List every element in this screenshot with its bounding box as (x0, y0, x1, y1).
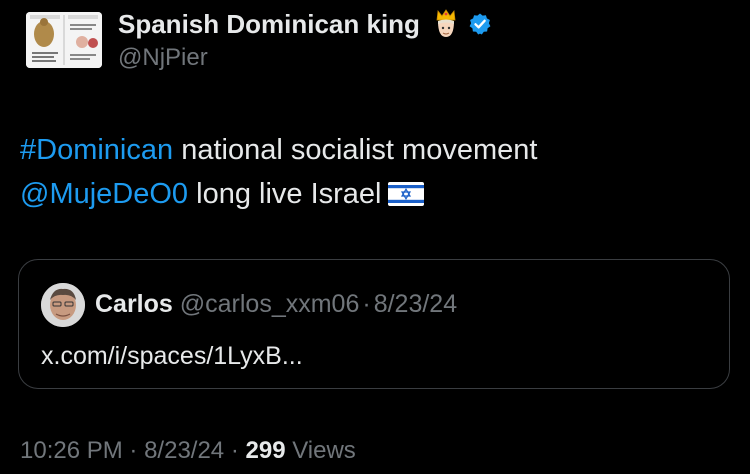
tweet-line-1: #Dominican national socialist movement (20, 128, 720, 172)
quote-separator: · (362, 290, 371, 318)
views-count[interactable]: 299 (246, 437, 286, 464)
tweet-line-2: @MujeDeO0 long live Israel (20, 172, 720, 216)
crown-person-emoji-icon (432, 9, 460, 39)
quoted-author-avatar[interactable] (41, 283, 85, 327)
quoted-tweet-header: Carlos @carlos_xxm06 · 8/23/24 (95, 290, 457, 319)
verified-badge-icon[interactable] (468, 12, 492, 36)
footer-separator-1: · (129, 437, 138, 464)
tweet-date[interactable]: 8/23/24 (144, 437, 224, 464)
views-label: Views (292, 437, 356, 464)
quoted-author-name[interactable]: Carlos (95, 290, 173, 318)
hashtag-link[interactable]: #Dominican (20, 134, 173, 166)
tweet-text-segment-2: long live Israel (188, 178, 382, 210)
tweet-time[interactable]: 10:26 PM (20, 437, 123, 464)
mention-link[interactable]: @MujeDeO0 (20, 178, 188, 210)
author-avatar[interactable] (26, 12, 102, 68)
quoted-tweet-card[interactable]: Carlos @carlos_xxm06 · 8/23/24 x.com/i/spa… (18, 259, 730, 389)
author-display-name[interactable]: Spanish Dominican king (118, 9, 420, 40)
israel-flag-icon (387, 175, 424, 206)
quoted-tweet-text[interactable]: x.com/i/spaces/1LyxB... (41, 342, 303, 371)
quoted-tweet-date[interactable]: 8/23/24 (374, 290, 457, 318)
tweet-text: #Dominican national socialist movement @… (20, 128, 720, 216)
tweet-text-segment-1: national socialist movement (173, 134, 538, 166)
quoted-author-handle[interactable]: @carlos_xxm06 (180, 290, 360, 318)
person-photo-icon (41, 283, 85, 327)
footer-separator-2: · (230, 437, 239, 464)
tweet-footer: 10:26 PM · 8/23/24 · 299 Views (20, 437, 356, 465)
author-header: Spanish Dominican king @NjPier (118, 6, 492, 72)
author-handle[interactable]: @NjPier (118, 44, 492, 72)
meme-image-avatar (26, 12, 102, 68)
